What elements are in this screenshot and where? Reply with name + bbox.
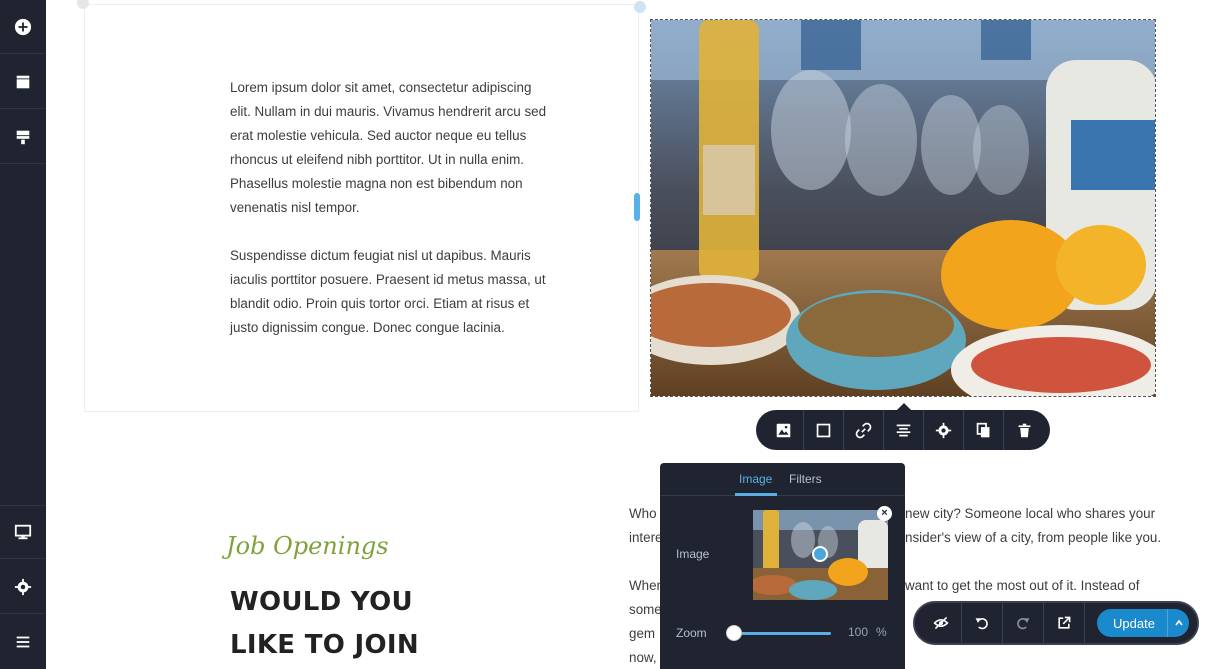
text-line: rhoncus ut eleifend nibh porttitor. Ut i… xyxy=(230,152,525,167)
update-button[interactable]: Update xyxy=(1097,609,1189,637)
preview-toggle-button[interactable] xyxy=(921,603,962,643)
right-text-line: some xyxy=(629,602,662,617)
frame-button[interactable] xyxy=(804,410,844,450)
job-heading-line-2[interactable]: LIKE TO JOIN xyxy=(230,630,419,660)
right-text-line: Who xyxy=(629,506,657,521)
job-openings-script-heading[interactable]: Job Openings xyxy=(226,532,389,560)
column-resize-handle[interactable] xyxy=(634,1,646,13)
image-icon xyxy=(776,423,791,437)
zoom-unit: % xyxy=(876,625,887,639)
image-label: Image xyxy=(676,547,710,561)
remove-image-button[interactable]: × xyxy=(877,506,892,521)
align-button[interactable] xyxy=(884,410,924,450)
undo-button[interactable] xyxy=(962,603,1003,643)
selected-image[interactable] xyxy=(650,19,1156,397)
text-line: venenatis nisl tempor. xyxy=(230,200,360,215)
duplicate-icon xyxy=(976,422,990,437)
image-settings-button[interactable] xyxy=(924,410,964,450)
add-element-button[interactable] xyxy=(0,0,46,54)
editor-sidebar xyxy=(0,0,46,669)
column-resize-handle[interactable] xyxy=(77,0,89,9)
image-settings-panel: Image Filters Image × Zoom 100 % xyxy=(660,463,905,669)
editor-action-bar: Update xyxy=(913,601,1199,645)
right-text-line: intere xyxy=(629,530,663,545)
text-line: Lorem ipsum dolor sit amet, consectetur … xyxy=(230,80,532,95)
tab-filters[interactable]: Filters xyxy=(789,472,822,486)
right-text-line: nsider's view of a city, from people lik… xyxy=(905,530,1162,545)
right-text-line: now, xyxy=(629,650,657,665)
template-button[interactable] xyxy=(0,110,46,164)
job-heading-line-1[interactable]: WOULD YOU xyxy=(230,587,413,617)
bar-scene-photo xyxy=(651,20,1155,396)
link-icon xyxy=(855,422,872,438)
trash-icon xyxy=(1018,423,1030,437)
right-text-line: new city? Someone local who shares your xyxy=(905,506,1156,521)
undo-icon xyxy=(975,618,988,630)
redo-button[interactable] xyxy=(1003,603,1044,643)
text-line: elit. Nullam in dui mauris. Vivamus hend… xyxy=(230,104,547,119)
text-line: blandit odio. Proin quis tortor orci. Et… xyxy=(230,296,530,311)
column-divider-handle[interactable] xyxy=(634,193,640,221)
image-toolbar xyxy=(756,410,1050,450)
zoom-slider-track[interactable] xyxy=(735,632,831,635)
text-line: justo dignissim congue. Donec congue lac… xyxy=(230,320,505,335)
menu-icon xyxy=(16,636,30,648)
square-frame-icon xyxy=(816,423,831,437)
desktop-icon xyxy=(14,524,32,540)
text-line: iaculis porttitor posuere. Praesent id m… xyxy=(230,272,546,287)
eye-off-icon xyxy=(933,616,949,630)
gear-icon xyxy=(14,578,32,595)
device-preview-button[interactable] xyxy=(0,505,46,559)
text-line: Suspendisse dictum feugiat nisl ut dapib… xyxy=(230,248,531,263)
edit-image-button[interactable] xyxy=(764,410,804,450)
align-center-icon xyxy=(896,424,911,436)
focal-point-handle[interactable] xyxy=(812,546,828,562)
panel-tabs: Image Filters xyxy=(660,463,905,496)
layout-button[interactable] xyxy=(0,55,46,109)
gear-icon xyxy=(935,422,952,438)
right-text-line: When xyxy=(629,578,664,593)
update-label: Update xyxy=(1113,615,1155,631)
template-icon xyxy=(16,130,30,144)
paragraph-1[interactable]: Lorem ipsum dolor sit amet, consectetur … xyxy=(230,76,570,220)
zoom-value[interactable]: 100 xyxy=(848,625,868,639)
redo-icon xyxy=(1017,618,1030,630)
text-line: erat molestie vehicula. Sed auctor neque… xyxy=(230,128,527,143)
text-line: Phasellus molestie magna non est bibendu… xyxy=(230,176,523,191)
main-menu-button[interactable] xyxy=(0,615,46,669)
update-options-button[interactable] xyxy=(1167,609,1189,637)
paragraph-2[interactable]: Suspendisse dictum feugiat nisl ut dapib… xyxy=(230,244,570,340)
zoom-label: Zoom xyxy=(676,626,707,640)
settings-button[interactable] xyxy=(0,560,46,614)
chevron-up-icon xyxy=(1174,619,1183,626)
right-text-line: gem xyxy=(629,626,656,641)
link-button[interactable] xyxy=(844,410,884,450)
text-column[interactable]: Lorem ipsum dolor sit amet, consectetur … xyxy=(77,0,646,412)
external-link-icon xyxy=(1058,616,1071,629)
layout-icon xyxy=(16,75,30,88)
zoom-slider-handle[interactable] xyxy=(726,625,742,641)
delete-button[interactable] xyxy=(1004,410,1044,450)
duplicate-button[interactable] xyxy=(964,410,1004,450)
tab-image[interactable]: Image xyxy=(739,472,772,486)
open-preview-button[interactable] xyxy=(1044,603,1085,643)
active-tab-indicator xyxy=(735,493,777,496)
right-text-line: want to get the most out of it. Instead … xyxy=(905,578,1140,593)
add-circle-icon xyxy=(14,18,32,35)
